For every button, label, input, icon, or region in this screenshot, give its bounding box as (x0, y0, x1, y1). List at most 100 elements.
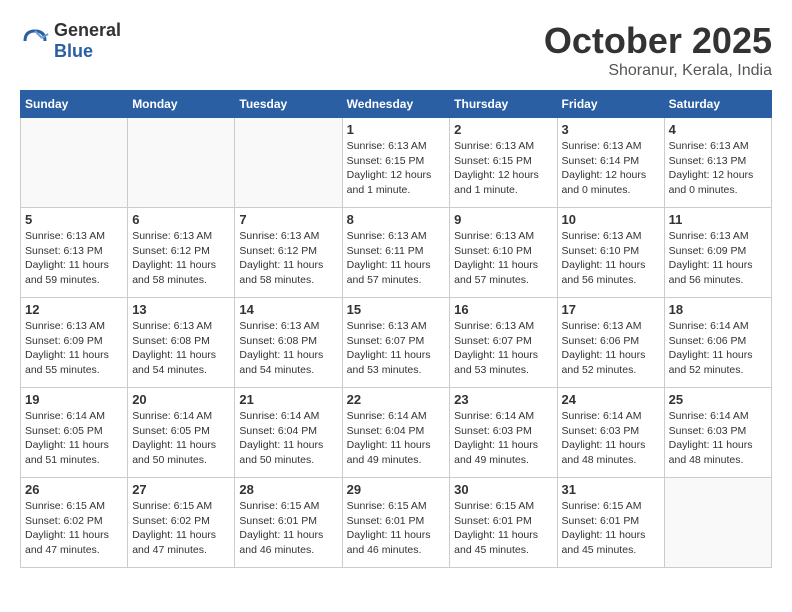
day-info: Sunrise: 6:15 AM Sunset: 6:01 PM Dayligh… (562, 499, 660, 558)
calendar-cell: 19Sunrise: 6:14 AM Sunset: 6:05 PM Dayli… (21, 388, 128, 478)
calendar-cell: 4 Sunrise: 6:13 AM Sunset: 6:13 PM Daylig… (664, 118, 771, 208)
day-number: 25 (669, 392, 767, 407)
calendar-cell: 26Sunrise: 6:15 AM Sunset: 6:02 PM Dayli… (21, 478, 128, 568)
day-info: Sunrise: 6:13 AM Sunset: 6:10 PM Dayligh… (454, 229, 552, 288)
day-number: 11 (669, 212, 767, 227)
day-number: 24 (562, 392, 660, 407)
calendar-cell: 8 Sunrise: 6:13 AM Sunset: 6:11 PM Daylig… (342, 208, 450, 298)
calendar-table: SundayMondayTuesdayWednesdayThursdayFrid… (20, 90, 772, 568)
day-number: 18 (669, 302, 767, 317)
day-number: 31 (562, 482, 660, 497)
calendar-cell: 24Sunrise: 6:14 AM Sunset: 6:03 PM Dayli… (557, 388, 664, 478)
calendar-cell: 6 Sunrise: 6:13 AM Sunset: 6:12 PM Daylig… (128, 208, 235, 298)
calendar-cell: 14 Sunrise: 6:13 AM Sunset: 6:08 PM Dayli… (235, 298, 342, 388)
day-number: 21 (239, 392, 337, 407)
day-number: 4 (669, 122, 767, 137)
week-row-1: 1 Sunrise: 6:13 AM Sunset: 6:15 PM Daylig… (21, 118, 772, 208)
week-row-3: 12 Sunrise: 6:13 AM Sunset: 6:09 PM Dayli… (21, 298, 772, 388)
calendar-cell: 9 Sunrise: 6:13 AM Sunset: 6:10 PM Daylig… (450, 208, 557, 298)
day-number: 20 (132, 392, 230, 407)
day-info: Sunrise: 6:14 AM Sunset: 6:03 PM Dayligh… (669, 409, 767, 468)
day-number: 17 (562, 302, 660, 317)
day-number: 8 (347, 212, 446, 227)
day-info: Sunrise: 6:14 AM Sunset: 6:04 PM Dayligh… (347, 409, 446, 468)
day-info: Sunrise: 6:13 AM Sunset: 6:14 PM Dayligh… (562, 139, 660, 198)
calendar-cell: 25 Sunrise: 6:14 AM Sunset: 6:03 PM Dayli… (664, 388, 771, 478)
day-number: 5 (25, 212, 123, 227)
calendar-cell: 17 Sunrise: 6:13 AM Sunset: 6:06 PM Dayli… (557, 298, 664, 388)
day-info: Sunrise: 6:13 AM Sunset: 6:12 PM Dayligh… (132, 229, 230, 288)
calendar-cell: 11 Sunrise: 6:13 AM Sunset: 6:09 PM Dayli… (664, 208, 771, 298)
day-number: 30 (454, 482, 552, 497)
day-number: 9 (454, 212, 552, 227)
day-info: Sunrise: 6:13 AM Sunset: 6:13 PM Dayligh… (669, 139, 767, 198)
day-info: Sunrise: 6:14 AM Sunset: 6:04 PM Dayligh… (239, 409, 337, 468)
calendar-cell: 18 Sunrise: 6:14 AM Sunset: 6:06 PM Dayli… (664, 298, 771, 388)
day-info: Sunrise: 6:15 AM Sunset: 6:01 PM Dayligh… (347, 499, 446, 558)
calendar-cell: 7Sunrise: 6:13 AM Sunset: 6:12 PM Daylig… (235, 208, 342, 298)
week-row-4: 19 Sunrise: 6:14 AM Sunset: 6:05 PM Dayli… (21, 388, 772, 478)
day-number: 10 (562, 212, 660, 227)
week-row-5: 26Sunrise: 6:15 AM Sunset: 6:02 PM Dayli… (21, 478, 772, 568)
day-info: Sunrise: 6:13 AM Sunset: 6:08 PM Dayligh… (239, 319, 337, 378)
day-header-monday: Monday (128, 91, 235, 118)
day-number: 6 (132, 212, 230, 227)
day-info: Sunrise: 6:13 AM Sunset: 6:09 PM Dayligh… (25, 319, 123, 378)
day-header-saturday: Saturday (664, 91, 771, 118)
calendar-cell: 21 Sunrise: 6:14 AM Sunset: 6:04 PM Dayli… (235, 388, 342, 478)
month-title: October 2025 (544, 20, 772, 62)
calendar-cell: 15Sunrise: 6:13 AM Sunset: 6:07 PM Dayli… (342, 298, 450, 388)
calendar-cell: 3 Sunrise: 6:13 AM Sunset: 6:14 PM Daylig… (557, 118, 664, 208)
calendar-cell (128, 118, 235, 208)
day-info: Sunrise: 6:13 AM Sunset: 6:07 PM Dayligh… (454, 319, 552, 378)
day-info: Sunrise: 6:13 AM Sunset: 6:12 PM Dayligh… (239, 229, 337, 288)
day-number: 12 (25, 302, 123, 317)
day-info: Sunrise: 6:13 AM Sunset: 6:15 PM Dayligh… (347, 139, 446, 198)
day-info: Sunrise: 6:14 AM Sunset: 6:06 PM Dayligh… (669, 319, 767, 378)
day-number: 13 (132, 302, 230, 317)
day-header-friday: Friday (557, 91, 664, 118)
day-info: Sunrise: 6:15 AM Sunset: 6:02 PM Dayligh… (132, 499, 230, 558)
logo-text: General Blue (54, 20, 121, 62)
location-subtitle: Shoranur, Kerala, India (544, 62, 772, 80)
day-header-thursday: Thursday (450, 91, 557, 118)
day-header-sunday: Sunday (21, 91, 128, 118)
day-info: Sunrise: 6:13 AM Sunset: 6:06 PM Dayligh… (562, 319, 660, 378)
calendar-cell: 29 Sunrise: 6:15 AM Sunset: 6:01 PM Dayli… (342, 478, 450, 568)
calendar-cell: 2Sunrise: 6:13 AM Sunset: 6:15 PM Daylig… (450, 118, 557, 208)
day-number: 3 (562, 122, 660, 137)
day-info: Sunrise: 6:13 AM Sunset: 6:09 PM Dayligh… (669, 229, 767, 288)
day-number: 16 (454, 302, 552, 317)
day-number: 1 (347, 122, 446, 137)
day-info: Sunrise: 6:13 AM Sunset: 6:11 PM Dayligh… (347, 229, 446, 288)
day-number: 15 (347, 302, 446, 317)
calendar-cell: 13 Sunrise: 6:13 AM Sunset: 6:08 PM Dayli… (128, 298, 235, 388)
page-header: General Blue October 2025 Shoranur, Kera… (20, 20, 772, 80)
day-info: Sunrise: 6:15 AM Sunset: 6:02 PM Dayligh… (25, 499, 123, 558)
week-row-2: 5Sunrise: 6:13 AM Sunset: 6:13 PM Daylig… (21, 208, 772, 298)
calendar-cell: 31 Sunrise: 6:15 AM Sunset: 6:01 PM Dayli… (557, 478, 664, 568)
day-number: 27 (132, 482, 230, 497)
day-number: 2 (454, 122, 552, 137)
calendar-cell: 22Sunrise: 6:14 AM Sunset: 6:04 PM Dayli… (342, 388, 450, 478)
day-info: Sunrise: 6:13 AM Sunset: 6:08 PM Dayligh… (132, 319, 230, 378)
calendar-cell: 16 Sunrise: 6:13 AM Sunset: 6:07 PM Dayli… (450, 298, 557, 388)
calendar-cell: 27 Sunrise: 6:15 AM Sunset: 6:02 PM Dayli… (128, 478, 235, 568)
day-info: Sunrise: 6:15 AM Sunset: 6:01 PM Dayligh… (454, 499, 552, 558)
logo-blue: Blue (54, 41, 121, 62)
day-info: Sunrise: 6:14 AM Sunset: 6:05 PM Dayligh… (132, 409, 230, 468)
day-number: 14 (239, 302, 337, 317)
day-number: 29 (347, 482, 446, 497)
title-block: October 2025 Shoranur, Kerala, India (544, 20, 772, 80)
day-header-tuesday: Tuesday (235, 91, 342, 118)
calendar-cell: 5Sunrise: 6:13 AM Sunset: 6:13 PM Daylig… (21, 208, 128, 298)
calendar-cell: 10Sunrise: 6:13 AM Sunset: 6:10 PM Dayli… (557, 208, 664, 298)
calendar-cell: 28Sunrise: 6:15 AM Sunset: 6:01 PM Dayli… (235, 478, 342, 568)
calendar-cell (664, 478, 771, 568)
day-info: Sunrise: 6:15 AM Sunset: 6:01 PM Dayligh… (239, 499, 337, 558)
day-info: Sunrise: 6:14 AM Sunset: 6:03 PM Dayligh… (454, 409, 552, 468)
calendar-cell: 23Sunrise: 6:14 AM Sunset: 6:03 PM Dayli… (450, 388, 557, 478)
calendar-cell: 1 Sunrise: 6:13 AM Sunset: 6:15 PM Daylig… (342, 118, 450, 208)
logo-icon (20, 26, 50, 56)
day-number: 19 (25, 392, 123, 407)
